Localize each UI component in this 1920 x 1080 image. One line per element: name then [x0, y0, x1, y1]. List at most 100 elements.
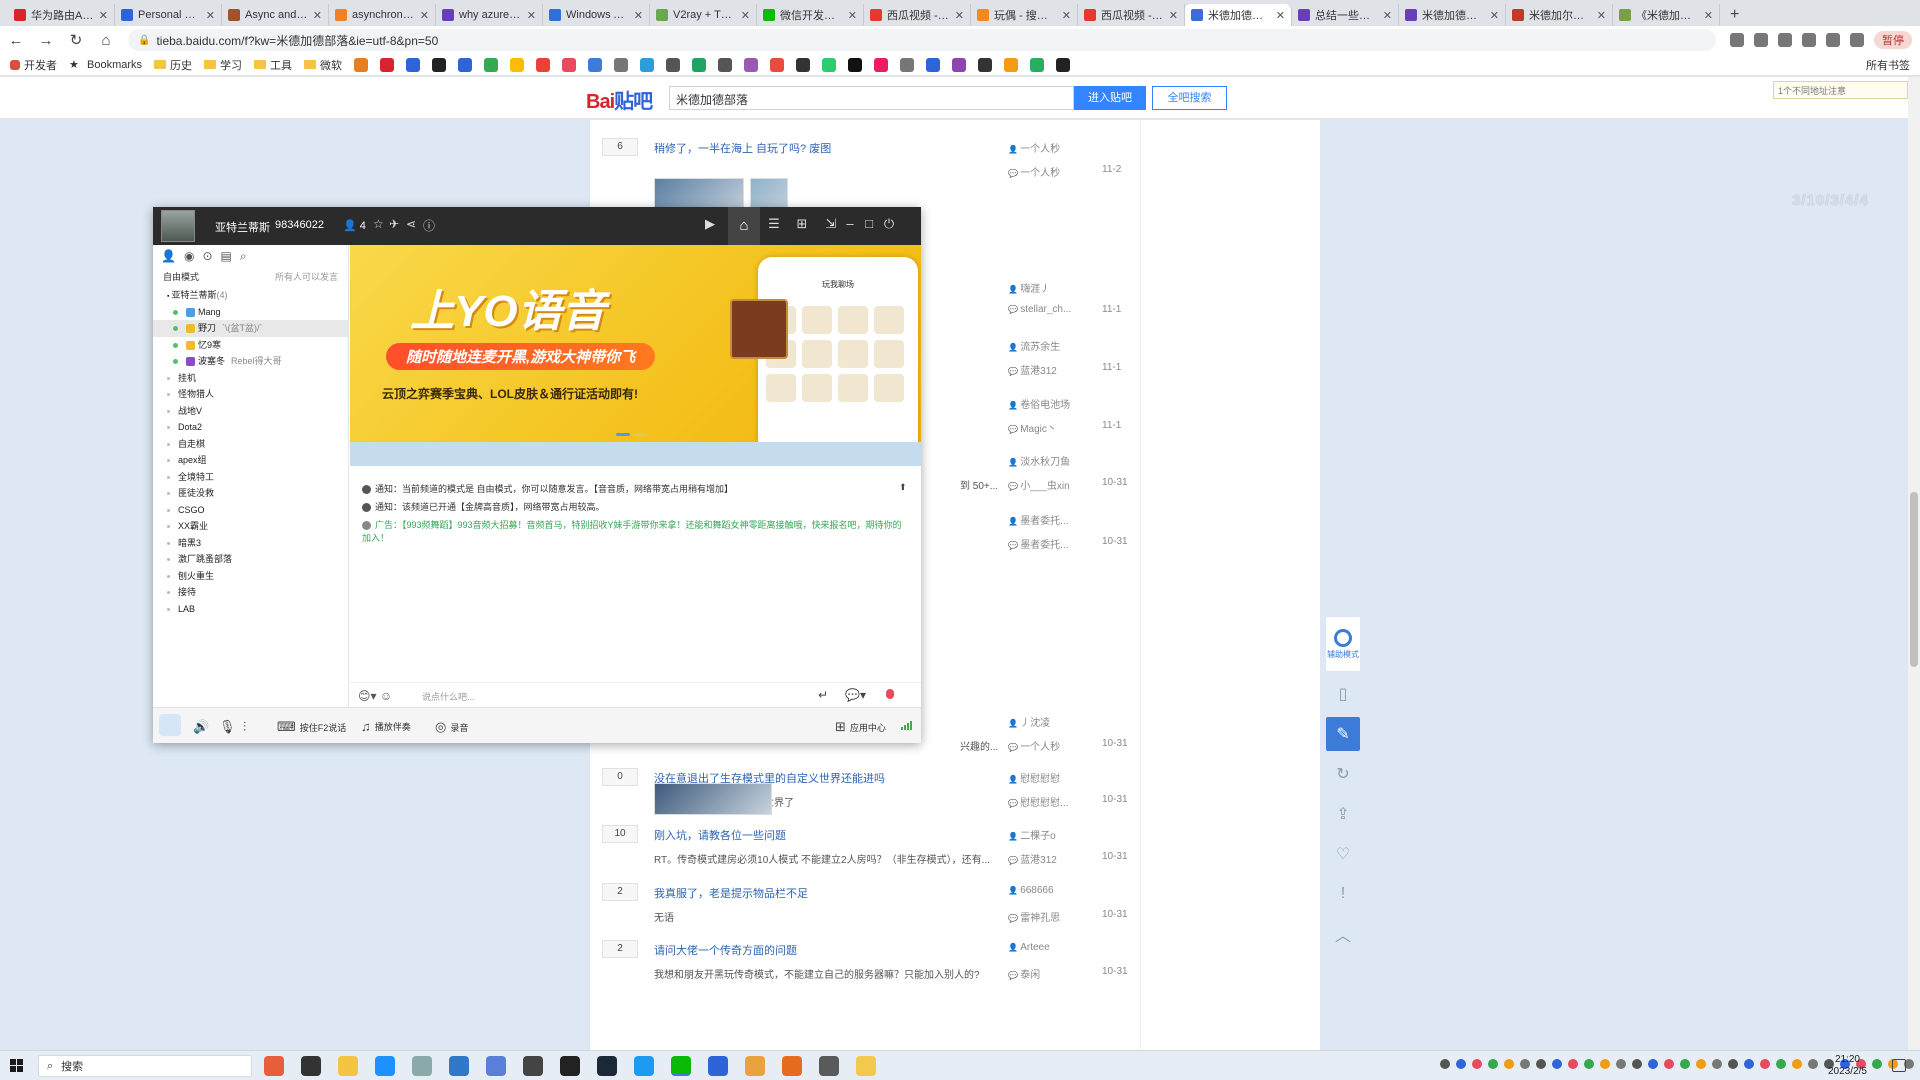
thread-thumbnail[interactable] — [654, 783, 772, 815]
close-icon[interactable]: ✕ — [955, 9, 964, 22]
profile-button[interactable]: 暂停 — [1874, 31, 1912, 49]
thread-last-replier[interactable]: 💬 墨者委托... — [1008, 536, 1069, 551]
taskbar-app-icon[interactable] — [375, 1056, 395, 1076]
microphone-icon[interactable]: 🎙 — [219, 719, 236, 735]
browser-tab[interactable]: 玩偶 - 搜索结果 ✕ — [971, 4, 1078, 26]
bookmark-favicon-icon[interactable] — [354, 57, 369, 72]
channel-item[interactable]: 战地V — [153, 403, 348, 420]
thread-author[interactable]: 👤 慰慰慰慰 — [1008, 770, 1060, 785]
browser-tab[interactable]: V2ray + TLS - ✕ — [650, 4, 757, 26]
bookmark-item[interactable]: 历史 — [154, 57, 192, 73]
channel-item[interactable]: 自走棋 — [153, 436, 348, 453]
close-icon[interactable]: ✕ — [1597, 9, 1606, 22]
tray-icon[interactable] — [1632, 1059, 1642, 1069]
user-icon[interactable]: 👤 — [161, 249, 176, 264]
tieba-search-input[interactable]: 米德加德部落 — [669, 86, 1074, 110]
equalizer-icon[interactable]: ⫶ — [243, 719, 246, 735]
plane-icon[interactable]: ✈ — [389, 217, 399, 231]
thread-author[interactable]: 👤 流苏余生 — [1008, 338, 1060, 353]
pager-dot[interactable] — [634, 433, 648, 436]
video-icon[interactable]: ▶ — [701, 216, 719, 232]
bookmark-favicon-icon[interactable] — [458, 57, 473, 72]
bookmark-favicon-icon[interactable] — [770, 57, 785, 72]
close-icon[interactable]: ✕ — [1704, 9, 1713, 22]
sidebar-icon[interactable] — [1850, 33, 1864, 47]
close-icon[interactable]: ✕ — [1490, 9, 1499, 22]
thread-author[interactable]: 👤 Arteee — [1008, 942, 1050, 953]
share-icon[interactable]: ⇪ — [1326, 797, 1360, 831]
heart-icon[interactable]: ♡ — [1326, 837, 1360, 871]
thread-last-replier[interactable]: 💬 stellar_ch... — [1008, 304, 1071, 315]
taskbar-app-icon[interactable] — [782, 1056, 802, 1076]
thread-item[interactable]: 2 我真服了，老是提示物品栏不足 无语 👤 668666 💬 雷神孔思 10-31 — [590, 865, 1140, 924]
channel-item[interactable]: XX霸业 — [153, 518, 348, 535]
thread-title[interactable]: 稍修了，一半在海上 自玩了吗? 废图 — [654, 140, 831, 156]
enter-forum-button[interactable]: 进入贴吧 — [1074, 86, 1146, 110]
thread-title[interactable]: 请问大佬一个传奇方面的问题 — [654, 942, 797, 958]
gamepad-icon[interactable]: ⊞ — [793, 216, 811, 232]
tray-icon[interactable] — [1600, 1059, 1610, 1069]
taskbar-search[interactable]: ⌕ 搜索 — [38, 1055, 252, 1077]
taskbar-app-icon[interactable] — [338, 1056, 358, 1076]
thread-item[interactable]: 2 请问大佬一个传奇方面的问题 我想和朋友开黑玩传奇模式，不能建立自己的服务器嘛？只… — [590, 922, 1140, 981]
bookmark-favicon-icon[interactable] — [1056, 57, 1071, 72]
search-all-button[interactable]: 全吧搜索 — [1152, 86, 1227, 110]
tray-icon[interactable] — [1440, 1059, 1450, 1069]
channel-item[interactable]: 挂机 — [153, 370, 348, 387]
tray-icon[interactable] — [1872, 1059, 1882, 1069]
taskbar-app-icon[interactable] — [264, 1056, 284, 1076]
close-icon[interactable]: ✕ — [1169, 9, 1178, 22]
thread-author[interactable]: 👤 一个人秒 — [1008, 140, 1060, 155]
browser-tab[interactable]: asynchronous ✕ — [329, 4, 436, 26]
pin-icon[interactable]: ⬆ — [899, 482, 907, 493]
emoji-icon[interactable]: 😊▾ ☺ — [358, 689, 392, 703]
report-icon[interactable]: ! — [1326, 877, 1360, 911]
edit-icon[interactable]: ✎ — [1326, 717, 1360, 751]
channel-item[interactable]: 全境特工 — [153, 469, 348, 486]
bookmark-favicon-icon[interactable] — [510, 57, 525, 72]
close-icon[interactable]: ✕ — [99, 9, 108, 22]
tray-icon[interactable] — [1456, 1059, 1466, 1069]
taskbar-app-icon[interactable] — [745, 1056, 765, 1076]
back-icon[interactable]: ← — [8, 32, 24, 49]
bookmark-item[interactable]: ★ Bookmarks — [69, 58, 142, 72]
scrollbar-thumb[interactable] — [1910, 492, 1918, 667]
close-icon[interactable]: ✕ — [1276, 9, 1285, 22]
tray-icon[interactable] — [1664, 1059, 1674, 1069]
collapse-icon[interactable]: ⇲ — [822, 216, 840, 232]
tray-icon[interactable] — [1504, 1059, 1514, 1069]
close-icon[interactable]: ✕ — [741, 9, 750, 22]
thread-title[interactable]: 刚入坑，请教各位一些问题 — [654, 827, 786, 843]
bookmark-favicon-icon[interactable] — [926, 57, 941, 72]
thread-item[interactable]: 6 稍修了，一半在海上 自玩了吗? 废图 👤 一个人秒 💬 一个人秒 11-2 — [590, 120, 1140, 179]
bookmark-favicon-icon[interactable] — [1004, 57, 1019, 72]
app-center-button[interactable]: ⊞ 应用中心 — [835, 719, 886, 735]
bookmark-favicon-icon[interactable] — [536, 57, 551, 72]
mini-notice[interactable]: 1个不同地址注意 — [1773, 81, 1908, 99]
address-bar[interactable]: 🔒 tieba.baidu.com/f?kw=米德加德部落&ie=utf-8&p… — [128, 29, 1716, 51]
thread-last-replier[interactable]: 💬 蓝港312 — [1008, 851, 1057, 866]
voice-mode-button[interactable] — [159, 714, 181, 736]
record-button[interactable]: ◎ 录音 — [435, 719, 468, 735]
channel-item[interactable]: 接待 — [153, 584, 348, 601]
channel-item[interactable]: LAB — [153, 601, 348, 618]
channel-item[interactable]: 激厂跳蚤部落 — [153, 551, 348, 568]
bookmark-favicon-icon[interactable] — [380, 57, 395, 72]
bookmark-favicon-icon[interactable] — [900, 57, 915, 72]
bookmark-favicon-icon[interactable] — [562, 57, 577, 72]
refresh-icon[interactable]: ↻ — [1326, 757, 1360, 791]
channel-item[interactable]: 怪物猎人 — [153, 386, 348, 403]
favorite-icon[interactable]: ☆ — [373, 217, 384, 231]
browser-tab[interactable]: why azure sto ✕ — [436, 4, 543, 26]
close-icon[interactable]: ✕ — [420, 9, 429, 22]
tray-icon[interactable] — [1680, 1059, 1690, 1069]
thread-author[interactable]: 👤 668666 — [1008, 885, 1054, 896]
tieba-logo[interactable]: Bai贴吧 — [586, 85, 653, 114]
notes-icon[interactable]: ▤ — [221, 249, 232, 264]
close-icon[interactable]: ✕ — [634, 9, 643, 22]
tray-icon[interactable] — [1760, 1059, 1770, 1069]
home-icon[interactable]: ⌂ — [98, 32, 114, 49]
play-music-button[interactable]: ♫ 播放伴奏 — [361, 719, 411, 734]
chat-input[interactable]: 说点什么吧... — [422, 690, 475, 703]
tray-icon[interactable] — [1712, 1059, 1722, 1069]
